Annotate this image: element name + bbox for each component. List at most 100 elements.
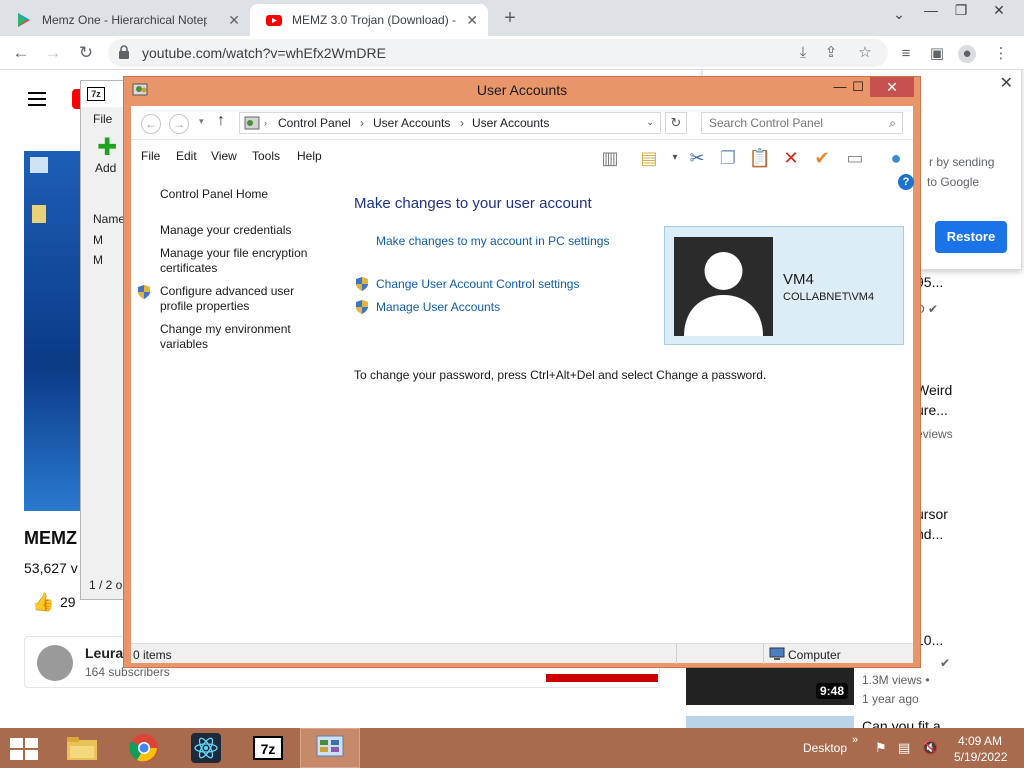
network-icon[interactable]: ▤ [898,740,910,756]
refresh-icon[interactable]: ↻ [665,112,687,134]
breadcrumb-item[interactable]: User Accounts [373,116,450,130]
chrome-menu-icon[interactable]: ⋮ [992,45,1010,63]
tab-close-icon[interactable]: ✕ [228,12,240,29]
reload-icon[interactable]: ↻ [75,42,97,64]
taskbar-file-explorer[interactable] [52,728,112,768]
delete-icon[interactable]: ✕ [778,145,804,171]
checkmark-icon[interactable]: ✔ [809,145,835,171]
up-icon[interactable]: ↑ [217,112,225,130]
rec-title[interactable]: Can you fit a [862,718,941,728]
chevron-down-icon[interactable]: ⌄ [646,117,654,128]
tab-memz-youtube[interactable]: MEMZ 3.0 Trojan (Download) - YouTube ✕ [250,4,488,36]
browser-tab-strip: Memz One - Hierarchical Notepad ✕ MEMZ 3… [0,0,1024,36]
nav-environment-variables[interactable]: Change my environment variables [160,322,305,352]
search-box[interactable]: ⌕ [701,112,903,134]
taskbar-react-app[interactable] [176,728,236,768]
rec-title-fragment[interactable]: Weird [916,382,952,398]
link-uac-settings[interactable]: Change User Account Control settings [376,277,579,291]
breadcrumb[interactable]: › Control Panel › User Accounts › User A… [239,112,661,134]
side-panel-icon[interactable]: ▣ [928,45,946,63]
taskbar-7zip[interactable]: 7z [238,728,298,768]
profile-icon[interactable]: ● [958,45,976,63]
list-item[interactable]: M [93,253,103,267]
menu-tools[interactable]: Tools [252,149,280,163]
close-icon[interactable]: ✕ [1000,73,1013,93]
properties-icon[interactable]: ▭ [842,145,868,171]
nav-manage-credentials[interactable]: Manage your credentials [160,223,291,238]
tab-close-icon[interactable]: ✕ [466,12,478,29]
folder-icon [67,737,97,760]
taskbar-chrome[interactable] [114,728,174,768]
7zip-icon: 7z [253,736,283,760]
layout-pane-icon[interactable]: ▥ [597,145,623,171]
nav-control-panel-home[interactable]: Control Panel Home [160,187,268,202]
back-icon[interactable]: ← [10,42,32,64]
nav-file-encryption[interactable]: Manage your file encryption certificates [160,246,320,276]
window-content: ← → ▾ ↑ › Control Panel › User Accounts … [131,106,914,664]
youtube-logo[interactable] [72,89,80,109]
channel-name[interactable]: Leural [85,645,127,661]
install-icon[interactable]: ⤓ [794,44,812,62]
help-icon[interactable]: ? [898,174,914,190]
recent-locations-icon[interactable]: ▾ [199,116,204,127]
computer-desktop-icon [30,157,48,173]
nav-advanced-profile[interactable]: Configure advanced user profile properti… [160,284,305,314]
subscribe-button[interactable] [546,674,658,682]
browser-toolbar: ← → ↻ youtube.com/watch?v=whEfx2WmDRE ⤓ … [0,36,1024,70]
name-column-header[interactable]: Name [93,212,125,226]
shield-icon [356,300,368,314]
rec-thumbnail[interactable] [686,716,854,728]
link-pc-settings[interactable]: Make changes to my account in PC setting… [376,234,609,248]
tab-memz-one[interactable]: Memz One - Hierarchical Notepad ✕ [0,4,250,36]
menu-edit[interactable]: Edit [176,149,197,163]
like-icon[interactable]: 👍 [32,592,54,612]
forward-icon[interactable]: → [169,114,189,134]
minimize-button[interactable]: — [916,2,946,18]
cut-icon[interactable]: ✂ [684,145,710,171]
user-silhouette-icon [684,252,763,336]
globe-icon[interactable]: ● [883,145,909,171]
list-item[interactable]: M [93,233,103,247]
tab-search-icon[interactable]: ⌄ [884,6,914,23]
hamburger-menu-icon[interactable] [28,92,46,106]
menu-view[interactable]: View [211,149,237,163]
copy-icon[interactable]: ❐ [715,145,741,171]
address-bar[interactable]: youtube.com/watch?v=whEfx2WmDRE ⤓ ⇪ ☆ [108,39,888,67]
new-tab-button[interactable]: + [500,7,520,30]
search-icon[interactable]: ⌕ [889,116,896,131]
forward-icon[interactable]: → [42,42,64,64]
menu-file[interactable]: File [93,112,112,126]
folder-properties-icon[interactable]: ▤ [636,145,662,171]
share-icon[interactable]: ⇪ [822,44,840,62]
video-player[interactable] [24,151,80,511]
clock-time[interactable]: 4:09 AM [958,734,1002,748]
channel-avatar[interactable] [37,645,73,681]
menu-file[interactable]: File [141,149,160,163]
bookmark-star-icon[interactable]: ☆ [856,44,874,62]
clock-date[interactable]: 5/19/2022 [954,750,1007,764]
start-button[interactable] [10,738,38,760]
media-control-icon[interactable]: ≡ [897,45,915,63]
svg-text:7z: 7z [261,741,276,757]
action-center-flag-icon[interactable]: ⚑ [875,740,887,756]
rec-views: 1.3M views • [862,673,930,687]
close-button[interactable]: ✕ [870,77,914,97]
link-manage-user-accounts[interactable]: Manage User Accounts [376,300,500,314]
toolbar-overflow-icon[interactable]: » [852,734,858,746]
window-titlebar[interactable]: User Accounts — ☐ ✕ [124,77,920,103]
breadcrumb-item[interactable]: User Accounts [472,116,549,130]
add-icon[interactable]: ✚ [97,136,119,160]
paste-icon[interactable]: 📋 [747,145,773,171]
chrome-icon [129,734,158,762]
close-button[interactable]: ✕ [984,2,1014,19]
desktop-toolbar-label[interactable]: Desktop [803,741,847,755]
back-icon[interactable]: ← [141,114,161,134]
add-button[interactable]: Add [95,161,116,175]
volume-muted-icon[interactable]: 🔇 [922,740,938,756]
breadcrumb-item[interactable]: Control Panel [278,116,351,130]
menu-help[interactable]: Help [297,149,322,163]
restore-button[interactable]: Restore [935,221,1007,253]
restore-button[interactable]: ❐ [946,2,976,19]
taskbar-control-panel[interactable] [300,728,360,768]
search-input[interactable] [702,113,882,133]
